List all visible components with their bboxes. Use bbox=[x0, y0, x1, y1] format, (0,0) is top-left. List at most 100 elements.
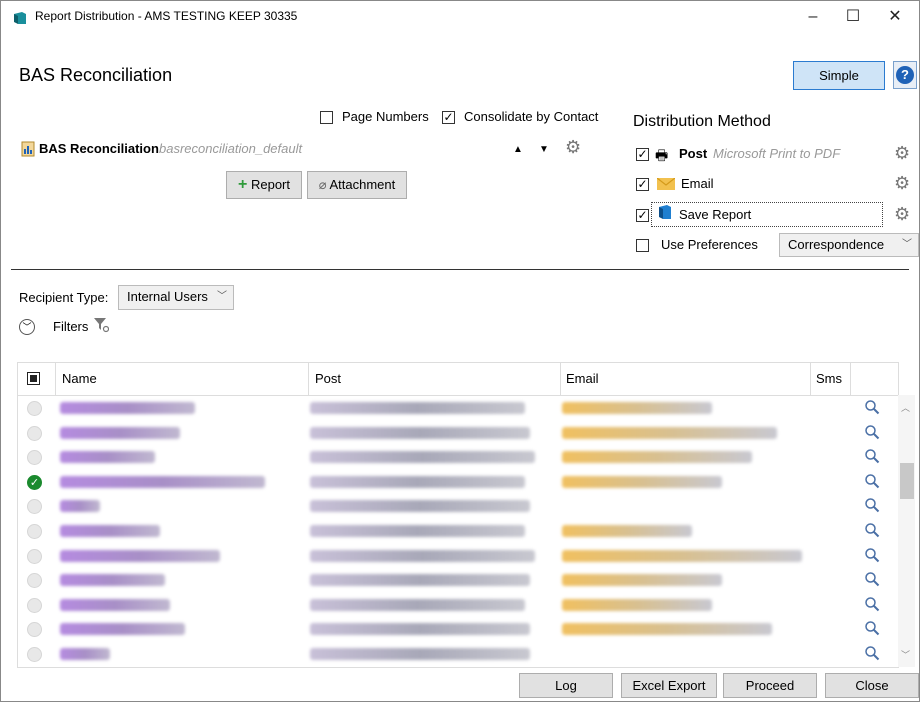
post-cell-obscured bbox=[310, 623, 530, 636]
minimize-button[interactable]: – bbox=[793, 5, 833, 29]
expand-filters-button[interactable]: ﹀ bbox=[19, 319, 35, 335]
proceed-button[interactable]: Proceed bbox=[723, 673, 817, 698]
preferences-dropdown[interactable]: Correspondence ﹀ bbox=[779, 233, 919, 257]
simple-mode-button[interactable]: Simple bbox=[793, 61, 885, 90]
column-divider bbox=[810, 363, 811, 395]
column-header-name[interactable]: Name bbox=[62, 371, 97, 386]
magnifier-icon[interactable] bbox=[864, 596, 880, 612]
post-settings-gear-icon[interactable]: ⚙ bbox=[894, 144, 910, 162]
selected-check-icon[interactable]: ✓ bbox=[27, 474, 42, 490]
page-title: BAS Reconciliation bbox=[19, 65, 173, 85]
row-select-radio[interactable] bbox=[27, 401, 42, 416]
help-icon: ? bbox=[896, 66, 914, 84]
email-settings-gear-icon[interactable]: ⚙ bbox=[894, 174, 910, 192]
name-cell-obscured bbox=[60, 426, 180, 439]
row-select-radio[interactable] bbox=[27, 548, 42, 564]
table-row[interactable] bbox=[18, 445, 882, 469]
chevron-down-icon: ﹀ bbox=[22, 322, 32, 332]
recipient-type-dropdown[interactable]: Internal Users ﹀ bbox=[118, 285, 234, 310]
table-row[interactable] bbox=[18, 396, 882, 420]
consolidate-label: Consolidate by Contact bbox=[464, 109, 599, 124]
name-cell-obscured bbox=[60, 475, 265, 488]
post-cell-obscured bbox=[310, 426, 530, 439]
post-cell-obscured bbox=[310, 500, 530, 513]
post-cell-obscured bbox=[310, 574, 530, 587]
scroll-down-icon[interactable]: ﹀ bbox=[901, 648, 910, 661]
paperclip-icon: ⌀ bbox=[318, 177, 327, 192]
post-cell-obscured bbox=[310, 525, 525, 537]
magnifier-icon[interactable] bbox=[864, 645, 880, 661]
magnifier-icon[interactable] bbox=[864, 620, 880, 636]
table-row[interactable] bbox=[18, 593, 882, 617]
report-settings-gear-icon[interactable]: ⚙ bbox=[565, 138, 581, 156]
page-numbers-label: Page Numbers bbox=[342, 109, 429, 124]
name-cell-obscured bbox=[60, 598, 170, 611]
magnifier-icon[interactable] bbox=[864, 399, 880, 415]
email-cell-obscured bbox=[562, 426, 777, 439]
email-cell-obscured bbox=[562, 549, 802, 562]
move-up-icon[interactable]: ▲ bbox=[513, 144, 523, 155]
table-row[interactable] bbox=[18, 519, 882, 543]
maximize-button[interactable]: ☐ bbox=[833, 5, 873, 29]
move-down-icon[interactable]: ▼ bbox=[539, 144, 549, 155]
table-row[interactable] bbox=[18, 544, 882, 568]
column-header-sms[interactable]: Sms bbox=[816, 371, 842, 386]
post-checkbox[interactable]: ✓ bbox=[636, 148, 649, 161]
close-button[interactable]: Close bbox=[825, 673, 919, 698]
app-logo-icon bbox=[14, 12, 26, 24]
table-row[interactable] bbox=[18, 421, 882, 445]
magnifier-icon[interactable] bbox=[864, 473, 880, 489]
column-header-post[interactable]: Post bbox=[315, 371, 341, 386]
save-report-checkbox[interactable]: ✓ bbox=[636, 209, 649, 222]
magnifier-icon[interactable] bbox=[864, 497, 880, 513]
row-select-radio[interactable] bbox=[27, 450, 42, 466]
select-all-checkbox[interactable] bbox=[27, 372, 40, 385]
chevron-down-icon: ﹀ bbox=[217, 291, 227, 302]
consolidate-checkbox[interactable]: ✓ bbox=[442, 111, 455, 124]
magnifier-icon[interactable] bbox=[864, 547, 880, 563]
row-select-radio[interactable] bbox=[27, 573, 42, 589]
row-select-radio[interactable] bbox=[27, 622, 42, 638]
save-settings-gear-icon[interactable]: ⚙ bbox=[894, 205, 910, 223]
log-button[interactable]: Log bbox=[519, 673, 613, 698]
vertical-scrollbar[interactable]: ︿ ﹀ bbox=[898, 395, 915, 667]
report-distribution-window: Report Distribution - AMS TESTING KEEP 3… bbox=[0, 0, 920, 702]
help-button[interactable]: ? bbox=[893, 61, 917, 89]
scroll-up-icon[interactable]: ︿ bbox=[901, 401, 910, 414]
name-cell-obscured bbox=[60, 574, 165, 587]
use-preferences-checkbox[interactable] bbox=[636, 239, 649, 252]
magnifier-icon[interactable] bbox=[864, 424, 880, 440]
name-cell-obscured bbox=[60, 525, 160, 537]
add-report-button[interactable]: + Report bbox=[226, 171, 302, 199]
attachment-button[interactable]: ⌀ Attachment bbox=[307, 171, 407, 199]
row-select-radio[interactable] bbox=[27, 499, 42, 515]
table-row[interactable] bbox=[18, 642, 882, 666]
table-row[interactable] bbox=[18, 494, 882, 518]
magnifier-icon[interactable] bbox=[864, 522, 880, 538]
excel-export-button[interactable]: Excel Export bbox=[621, 673, 717, 698]
page-numbers-checkbox[interactable] bbox=[320, 111, 333, 124]
row-select-radio[interactable] bbox=[27, 524, 42, 539]
filter-icon[interactable] bbox=[93, 317, 109, 333]
table-row[interactable] bbox=[18, 617, 882, 641]
row-select-radio[interactable] bbox=[27, 425, 42, 441]
row-select-radio[interactable] bbox=[27, 597, 42, 613]
email-cell-obscured bbox=[562, 525, 692, 537]
save-report-icon bbox=[659, 205, 671, 219]
magnifier-icon[interactable] bbox=[864, 571, 880, 587]
post-cell-obscured bbox=[310, 549, 535, 562]
post-cell-obscured bbox=[310, 451, 535, 464]
report-name: BAS Reconciliation bbox=[39, 141, 159, 156]
column-header-email[interactable]: Email bbox=[566, 371, 599, 386]
magnifier-icon[interactable] bbox=[864, 448, 880, 464]
table-row[interactable] bbox=[18, 568, 882, 592]
scrollbar-thumb[interactable] bbox=[900, 463, 914, 499]
row-select-radio[interactable] bbox=[27, 647, 42, 662]
post-cell-obscured bbox=[310, 648, 530, 660]
grid-header: Name Post Email Sms bbox=[18, 363, 898, 396]
name-cell-obscured bbox=[60, 623, 185, 636]
close-window-button[interactable]: ✕ bbox=[875, 5, 915, 29]
table-row[interactable]: ✓ bbox=[18, 470, 882, 494]
email-checkbox[interactable]: ✓ bbox=[636, 178, 649, 191]
post-cell-obscured bbox=[310, 598, 525, 611]
